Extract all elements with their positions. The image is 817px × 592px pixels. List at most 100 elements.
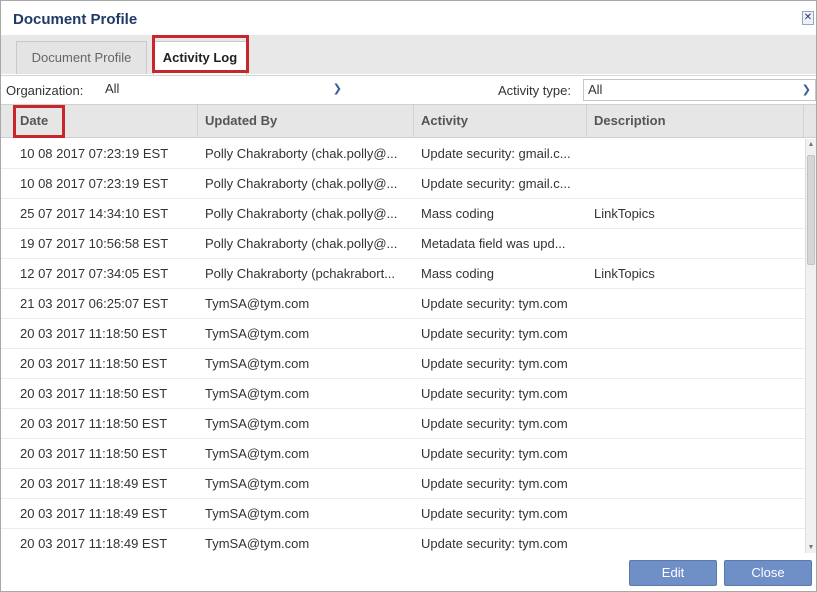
cell-activity: Mass coding — [421, 206, 494, 221]
edit-button[interactable]: Edit — [629, 560, 717, 586]
cell-updated-by: Polly Chakraborty (chak.polly@... — [205, 146, 398, 161]
cell-description — [587, 409, 804, 439]
table-row[interactable]: 25 07 2017 14:34:10 EST Polly Chakraborty… — [1, 199, 805, 229]
cell-updated-by: TymSA@tym.com — [205, 506, 310, 521]
tab-bar: Document Profile Activity Log — [1, 35, 816, 75]
tab-document-profile[interactable]: Document Profile — [16, 41, 147, 74]
column-header-activity[interactable]: Activity — [414, 105, 587, 138]
cell-activity: Update security: tym.com — [421, 326, 568, 341]
cell-description — [587, 439, 804, 469]
cell-updated-by: TymSA@tym.com — [205, 386, 310, 401]
cell-activity: Update security: tym.com — [421, 506, 568, 521]
cell-updated-by: TymSA@tym.com — [205, 536, 310, 551]
table-row[interactable]: 21 03 2017 06:25:07 EST TymSA@tym.com Upda… — [1, 289, 805, 319]
cell-activity: Update security: tym.com — [421, 536, 568, 551]
cell-updated-by: TymSA@tym.com — [205, 416, 310, 431]
close-button[interactable]: Close — [724, 560, 812, 586]
cell-activity: Update security: tym.com — [421, 296, 568, 311]
cell-date: 10 08 2017 07:23:19 EST — [20, 176, 169, 191]
cell-description — [587, 469, 804, 499]
cell-activity: Update security: tym.com — [421, 386, 568, 401]
activity-type-label: Activity type: — [498, 83, 571, 98]
cell-activity: Metadata field was upd... — [421, 236, 566, 251]
column-header-updated-by[interactable]: Updated By — [198, 105, 414, 138]
cell-date: 12 07 2017 07:34:05 EST — [20, 266, 169, 281]
cell-activity: Update security: tym.com — [421, 476, 568, 491]
cell-activity: Update security: tym.com — [421, 416, 568, 431]
cell-updated-by: Polly Chakraborty (chak.polly@... — [205, 236, 398, 251]
chevron-down-icon[interactable]: ❯ — [802, 80, 811, 100]
cell-updated-by: TymSA@tym.com — [205, 446, 310, 461]
column-header-description[interactable]: Description — [587, 105, 804, 138]
dialog-footer: Edit Close — [1, 553, 816, 591]
dialog-titlebar: Document Profile ✕ — [1, 1, 816, 35]
activity-type-value: All — [588, 82, 603, 97]
cell-description — [587, 319, 804, 349]
cell-date: 10 08 2017 07:23:19 EST — [20, 146, 169, 161]
cell-activity: Update security: tym.com — [421, 446, 568, 461]
cell-date: 20 03 2017 11:18:50 EST — [20, 386, 168, 401]
table-row[interactable]: 10 08 2017 07:23:19 EST Polly Chakraborty… — [1, 139, 805, 169]
table-row[interactable]: 20 03 2017 11:18:50 EST TymSA@tym.com Upda… — [1, 379, 805, 409]
table-row[interactable]: 20 03 2017 11:18:49 EST TymSA@tym.com Upda… — [1, 499, 805, 529]
cell-activity: Mass coding — [421, 266, 494, 281]
cell-updated-by: TymSA@tym.com — [205, 296, 310, 311]
activity-type-select[interactable]: All ❯ — [583, 79, 816, 101]
scroll-down-icon[interactable]: ▼ — [806, 542, 816, 553]
cell-updated-by: TymSA@tym.com — [205, 326, 310, 341]
grid-rows: 10 08 2017 07:23:19 EST Polly Chakraborty… — [1, 139, 805, 553]
cell-description: LinkTopics — [594, 266, 655, 281]
cell-date: 20 03 2017 11:18:49 EST — [20, 536, 168, 551]
cell-activity: Update security: gmail.c... — [421, 176, 571, 191]
dialog-title: Document Profile — [13, 11, 138, 28]
cell-updated-by: TymSA@tym.com — [205, 356, 310, 371]
cell-date: 25 07 2017 14:34:10 EST — [20, 206, 169, 221]
cell-activity: Update security: gmail.c... — [421, 146, 571, 161]
close-icon[interactable]: ✕ — [802, 11, 814, 25]
table-row[interactable]: 20 03 2017 11:18:50 EST TymSA@tym.com Upda… — [1, 319, 805, 349]
table-row[interactable]: 20 03 2017 11:18:49 EST TymSA@tym.com Upda… — [1, 469, 805, 499]
table-row[interactable]: 20 03 2017 11:18:49 EST TymSA@tym.com Upda… — [1, 529, 805, 553]
column-header-date[interactable]: Date — [13, 105, 198, 138]
chevron-down-icon[interactable]: ❯ — [333, 79, 342, 99]
cell-description — [587, 349, 804, 379]
table-row[interactable]: 20 03 2017 11:18:50 EST TymSA@tym.com Upda… — [1, 409, 805, 439]
cell-description — [587, 499, 804, 529]
table-row[interactable]: 12 07 2017 07:34:05 EST Polly Chakraborty… — [1, 259, 805, 289]
cell-date: 20 03 2017 11:18:49 EST — [20, 476, 168, 491]
activity-log-grid: Date Updated By Activity Description 10 … — [1, 104, 816, 553]
cell-description — [587, 139, 804, 169]
cell-date: 20 03 2017 11:18:49 EST — [20, 506, 168, 521]
organization-label: Organization: — [6, 83, 84, 98]
grid-scrollbar[interactable]: ▲ ▼ — [805, 139, 816, 553]
document-profile-dialog: Document Profile ✕ Document Profile Acti… — [0, 0, 817, 592]
cell-updated-by: Polly Chakraborty (chak.polly@... — [205, 176, 398, 191]
cell-date: 20 03 2017 11:18:50 EST — [20, 446, 168, 461]
cell-updated-by: TymSA@tym.com — [205, 476, 310, 491]
cell-date: 21 03 2017 06:25:07 EST — [20, 296, 169, 311]
cell-date: 20 03 2017 11:18:50 EST — [20, 356, 168, 371]
organization-value: All — [105, 81, 120, 96]
cell-date: 20 03 2017 11:18:50 EST — [20, 416, 168, 431]
cell-date: 19 07 2017 10:56:58 EST — [20, 236, 169, 251]
cell-updated-by: Polly Chakraborty (pchakrabort... — [205, 266, 396, 281]
table-row[interactable]: 10 08 2017 07:23:19 EST Polly Chakraborty… — [1, 169, 805, 199]
table-row[interactable]: 19 07 2017 10:56:58 EST Polly Chakraborty… — [1, 229, 805, 259]
cell-description — [587, 379, 804, 409]
cell-description — [587, 289, 804, 319]
cell-description — [587, 229, 804, 259]
cell-description — [587, 169, 804, 199]
grid-header: Date Updated By Activity Description — [1, 105, 816, 138]
scrollbar-thumb[interactable] — [807, 155, 815, 265]
scroll-up-icon[interactable]: ▲ — [806, 139, 816, 151]
cell-description — [587, 529, 804, 553]
cell-activity: Update security: tym.com — [421, 356, 568, 371]
cell-updated-by: Polly Chakraborty (chak.polly@... — [205, 206, 398, 221]
cell-date: 20 03 2017 11:18:50 EST — [20, 326, 168, 341]
filter-bar: Organization: All ❯ Activity type: All ❯ — [1, 75, 816, 103]
organization-select[interactable]: All ❯ — [101, 79, 346, 101]
table-row[interactable]: 20 03 2017 11:18:50 EST TymSA@tym.com Upda… — [1, 439, 805, 469]
table-row[interactable]: 20 03 2017 11:18:50 EST TymSA@tym.com Upda… — [1, 349, 805, 379]
cell-description: LinkTopics — [594, 206, 655, 221]
tab-activity-log[interactable]: Activity Log — [153, 41, 247, 75]
